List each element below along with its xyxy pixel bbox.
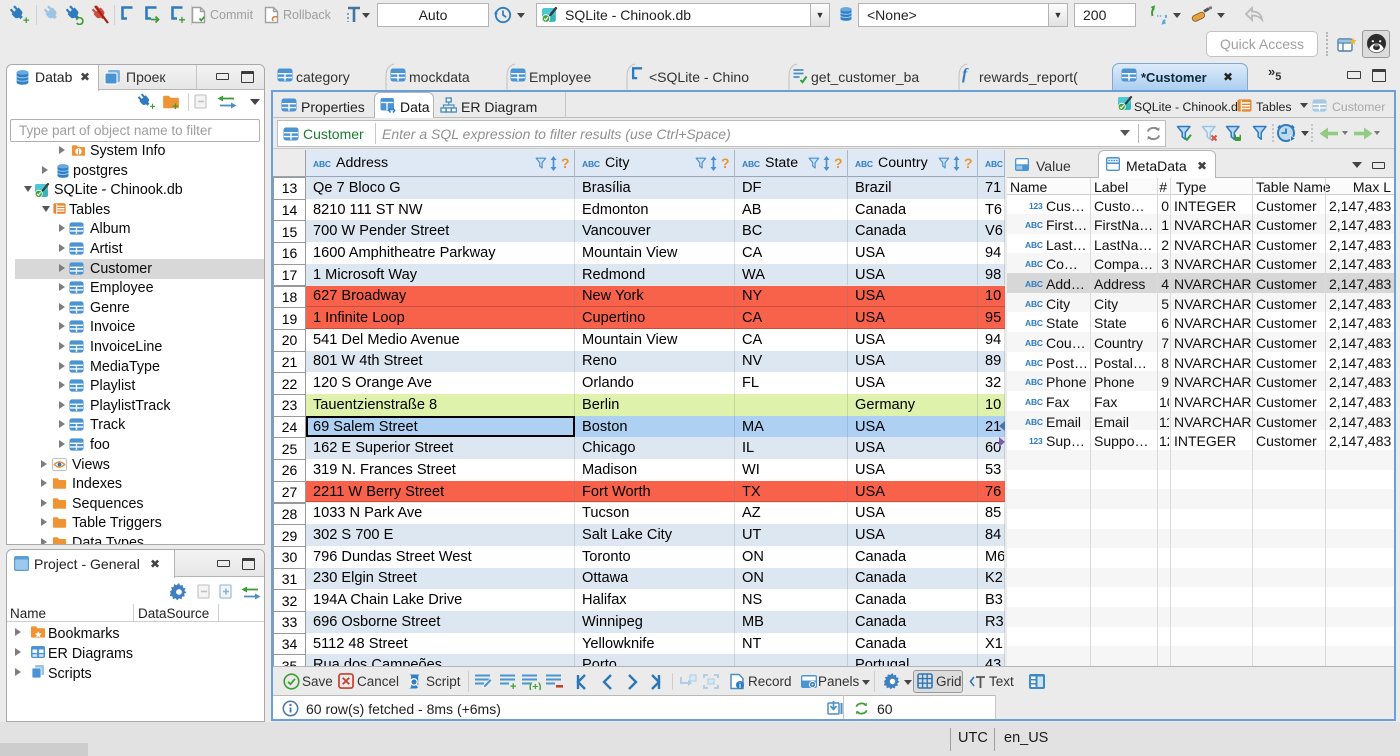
- svg-text:+: +: [150, 102, 155, 111]
- svg-text:+: +: [179, 13, 186, 25]
- svg-text:i: i: [739, 681, 741, 690]
- svg-text:+: +: [23, 15, 29, 25]
- svg-text:(+): (+): [529, 682, 541, 690]
- svg-text:+: +: [510, 681, 516, 690]
- svg-text:i: i: [77, 149, 79, 156]
- svg-text:+: +: [172, 101, 179, 111]
